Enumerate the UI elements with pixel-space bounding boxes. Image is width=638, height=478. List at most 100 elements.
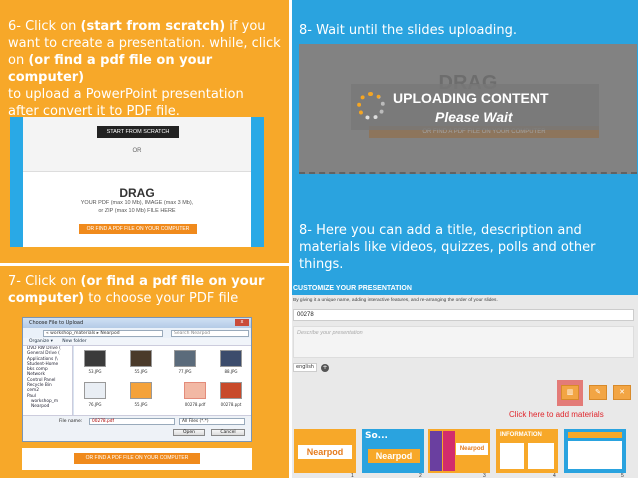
slide-thumbnail[interactable]: INFORMATION [496,429,558,473]
drop-hint-line1: YOUR PDF (max 10 Mb), IMAGE (max 3 Mb), [80,200,194,206]
close-icon[interactable]: x [235,319,249,326]
file-name: 76.JPG [88,402,102,407]
uploading-dialog: UPLOADING CONTENT Please Wait [351,84,599,130]
start-from-scratch-button[interactable]: START FROM SCRATCH [97,126,179,138]
address-bar: « workshop_materials ▸ Nearpod Search Ne… [23,328,251,338]
step6-line1-post: if you [225,19,266,34]
find-pdf-button[interactable]: OR FIND A PDF FILE ON YOUR COMPUTER [79,224,197,234]
step6-line3-bold: (or find a pdf file on your computer) [8,53,213,85]
add-materials-callout: Click here to add materials [509,410,604,419]
drop-zone[interactable]: DRAG YOUR PDF (max 10 Mb), IMAGE (max 3 … [23,171,251,247]
slide-thumbnail[interactable] [564,429,626,473]
file-name: 00278.ppt [220,402,242,407]
dialog-toolbar: Organize ▾ New folder [23,338,251,346]
step8b-line2: materials like videos, quizzes, polls an… [299,240,596,255]
tree-item[interactable]: Nearpod [23,404,72,409]
step6-line3-pre: on [8,53,29,68]
file-name: 77.JPG [178,369,192,374]
uploading-panel: DRAG OR FIND A PDF FILE ON YOUR COMPUTER… [299,44,637,174]
vertical-divider [289,0,292,478]
path-field[interactable]: « workshop_materials ▸ Nearpod [43,330,163,337]
slide-thumbnail[interactable]: So... Nearpod [362,429,424,473]
file-dialog-title: Choose File to Upload [29,320,84,326]
step7-text: 7- Click on (or find a pdf file on your … [8,273,288,307]
file-name: 88.JPG [224,369,238,374]
slide-number: 2 [419,473,422,478]
step6-section: 6- Click on (start from scratch) if you … [0,0,291,265]
language-tag[interactable]: english [293,363,317,372]
file-thumb[interactable] [174,350,196,367]
drop-hint-line2: or ZIP (max 10 Mb) FILE HERE [98,208,176,214]
slide-thumbnail[interactable]: Nearpod [428,429,490,473]
slide-thumbnail[interactable]: Nearpod [294,429,356,473]
step7-section: 7- Click on (or find a pdf file on your … [0,265,291,478]
file-thumb[interactable] [220,382,242,399]
step6-text: 6- Click on (start from scratch) if you … [8,18,288,120]
horizontal-divider [0,263,291,266]
step8-upload-section: 8- Wait until the slides uploading. DRAG… [291,0,638,210]
delete-slide-button[interactable]: ✕ [613,385,631,400]
file-thumb[interactable] [84,350,106,367]
customize-panel: CUSTOMIZE YOUR PRESENTATION By giving it… [291,283,638,478]
slide-number: 4 [553,473,556,478]
step8-customize-section: 8- Here you can add a title, description… [291,210,638,478]
or-label: OR [132,148,142,154]
organize-button[interactable]: Organize ▾ [29,339,53,344]
upload-panel-screenshot: START FROM SCRATCH OR DRAG YOUR PDF (max… [10,117,264,247]
please-wait-message: Please Wait [435,109,513,125]
file-thumb[interactable] [84,382,106,399]
file-thumb[interactable] [220,350,242,367]
file-thumb[interactable] [130,350,152,367]
presentation-title-input[interactable]: 00278 [293,309,634,321]
file-name: 55.JPG [134,402,148,407]
file-list: 53.JPG 55.JPG 77.JPG 00278.pdf 00278.ppt… [74,346,251,415]
slide-label: INFORMATION [500,432,542,438]
filename-input[interactable]: 00278.pdf [89,418,175,425]
file-dialog: Choose File to Upload x « workshop_mater… [22,317,252,442]
customize-subtitle: By giving it a unique name, adding inter… [293,298,498,303]
find-pdf-bar: OR FIND A PDF FILE ON YOUR COMPUTER [22,448,252,470]
step7-line1-pre: 7- Click on [8,274,81,289]
file-type-select[interactable]: All Files (*.*) [179,418,245,425]
description-input[interactable]: Describe your presentation [293,326,634,358]
filename-label: File name: [59,419,83,424]
uploading-message: UPLOADING CONTENT [393,90,549,106]
slide-number: 1 [351,473,354,478]
add-language-icon[interactable]: + [321,364,329,372]
drop-zone-hint: YOUR PDF (max 10 Mb), IMAGE (max 3 Mb), … [23,199,251,215]
step8b-line3: things. [299,257,344,272]
file-name: 00278.pdf [184,402,206,407]
open-button[interactable]: Open [173,429,205,436]
step6-line1-bold: (start from scratch) [80,19,226,34]
upload-panel: START FROM SCRATCH OR DRAG YOUR PDF (max… [23,117,251,247]
slide-label: Nearpod [456,443,488,455]
file-name: 55.JPG [134,369,148,374]
slide-number: 3 [483,473,486,478]
step8b-text: 8- Here you can add a title, description… [299,222,634,273]
customize-header: CUSTOMIZE YOUR PRESENTATION [291,283,638,295]
loading-spinner-icon [357,92,385,120]
folder-tree: DVD RW Drive ( General Drive ( Applicati… [23,346,73,415]
step6-line4: to upload a PowerPoint presentation [8,87,244,102]
edit-slide-button[interactable]: ✎ [589,385,607,400]
step7-line2-bold: computer) [8,291,85,306]
add-materials-button[interactable]: ▥ [561,385,579,400]
slide-label: Nearpod [368,449,420,463]
new-folder-button[interactable]: New folder [62,339,86,344]
file-thumb[interactable] [130,382,152,399]
dialog-footer: File name: 00278.pdf All Files (*.*) Ope… [23,415,251,441]
step8a-text: 8- Wait until the slides uploading. [299,23,517,38]
cancel-button[interactable]: Cancel [211,429,245,436]
search-input[interactable]: Search Nearpod [171,330,249,337]
step8b-line1: 8- Here you can add a title, description… [299,223,582,238]
step7-line2-post: to choose your PDF file [84,291,239,306]
slide-label: Nearpod [298,445,352,459]
pdf-file-thumb[interactable] [184,382,206,399]
file-name: 53.JPG [88,369,102,374]
drag-label: DRAG [119,186,155,200]
find-pdf-button[interactable]: OR FIND A PDF FILE ON YOUR COMPUTER [74,453,200,464]
file-dialog-titlebar: Choose File to Upload x [23,318,251,328]
slide-number: 5 [621,473,624,478]
step7-line1-bold: (or find a pdf file on your [80,274,265,289]
step6-line2: want to create a presentation. while, cl… [8,36,281,51]
